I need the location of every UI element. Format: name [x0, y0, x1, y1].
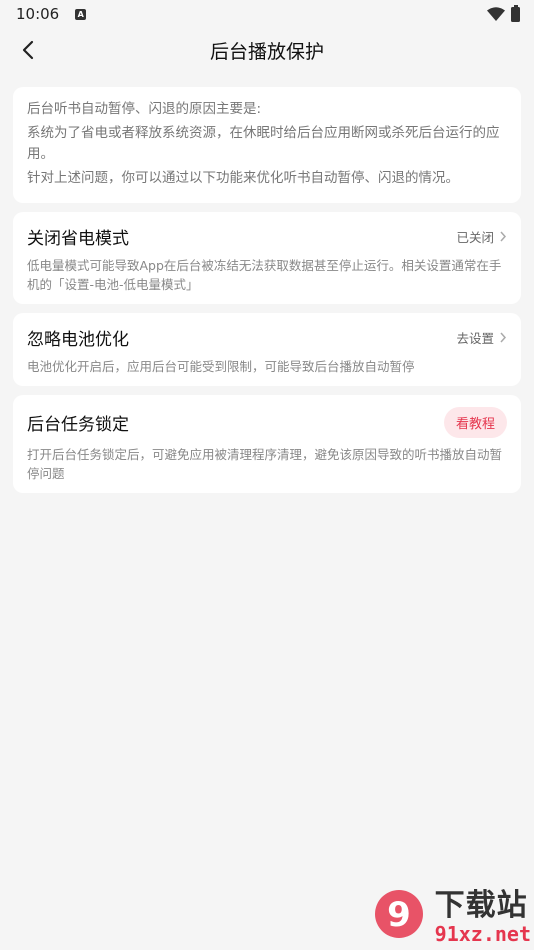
setting-description: 打开后台任务锁定后，可避免应用被清理程序清理，避免该原因导致的听书播放自动暂停问… — [27, 447, 503, 481]
back-arrow-icon — [22, 40, 34, 60]
setting-title: 后台任务锁定 — [27, 415, 129, 435]
setting-power-saving[interactable]: 关闭省电模式 已关闭 低电量模式可能导致App在后台被冻结无法获取数据甚至停止运… — [13, 212, 521, 304]
status-bar: 10:06 A — [0, 0, 534, 28]
setting-title: 忽略电池优化 — [27, 330, 129, 350]
intro-card: 后台听书自动暂停、闪退的原因主要是: 系统为了省电或者释放系统资源，在休眠时给后… — [13, 87, 521, 203]
setting-description: 低电量模式可能导致App在后台被冻结无法获取数据甚至停止运行。相关设置通常在手机… — [27, 258, 502, 292]
power-saving-status[interactable]: 已关闭 — [456, 227, 507, 246]
setting-action-label: 去设置 — [456, 331, 494, 346]
watermark-logo-text: 9 — [387, 895, 411, 935]
wifi-icon — [487, 7, 505, 21]
view-tutorial-button[interactable]: 看教程 — [443, 407, 507, 438]
watermark-title: 下载站 — [434, 888, 528, 923]
notification-a-icon: A — [75, 8, 87, 20]
watermark: 9 下载站 91xz.net — [371, 886, 531, 948]
battery-icon — [511, 4, 520, 22]
setting-battery-optimization[interactable]: 忽略电池优化 去设置 电池优化开启后，应用后台可能受到限制，可能导致后台播放自动… — [13, 313, 521, 386]
intro-solution: 针对上述问题，你可以通过以下功能来优化听书自动暂停、闪退的情况。 — [27, 170, 459, 186]
chevron-right-icon — [500, 231, 507, 242]
chevron-right-icon — [500, 332, 507, 343]
back-button[interactable] — [12, 34, 44, 66]
page-title: 后台播放保护 — [209, 40, 324, 63]
nav-bar: 后台播放保护 — [0, 28, 534, 72]
setting-background-lock[interactable]: 后台任务锁定 看教程 打开后台任务锁定后，可避免应用被清理程序清理，避免该原因导… — [13, 395, 521, 493]
intro-reason: 系统为了省电或者释放系统资源，在休眠时给后台应用断网或杀死后台运行的应用。 — [27, 125, 500, 162]
intro-heading: 后台听书自动暂停、闪退的原因主要是: — [27, 101, 262, 117]
watermark-logo-icon: 9 — [374, 890, 423, 938]
setting-title: 关闭省电模式 — [27, 229, 129, 249]
status-time: 10:06 — [16, 5, 60, 23]
setting-action-label: 已关闭 — [456, 230, 494, 245]
setting-description: 电池优化开启后，应用后台可能受到限制，可能导致后台播放自动暂停 — [27, 359, 415, 374]
watermark-domain: 91xz.net — [434, 922, 531, 946]
go-settings-link[interactable]: 去设置 — [456, 328, 507, 347]
